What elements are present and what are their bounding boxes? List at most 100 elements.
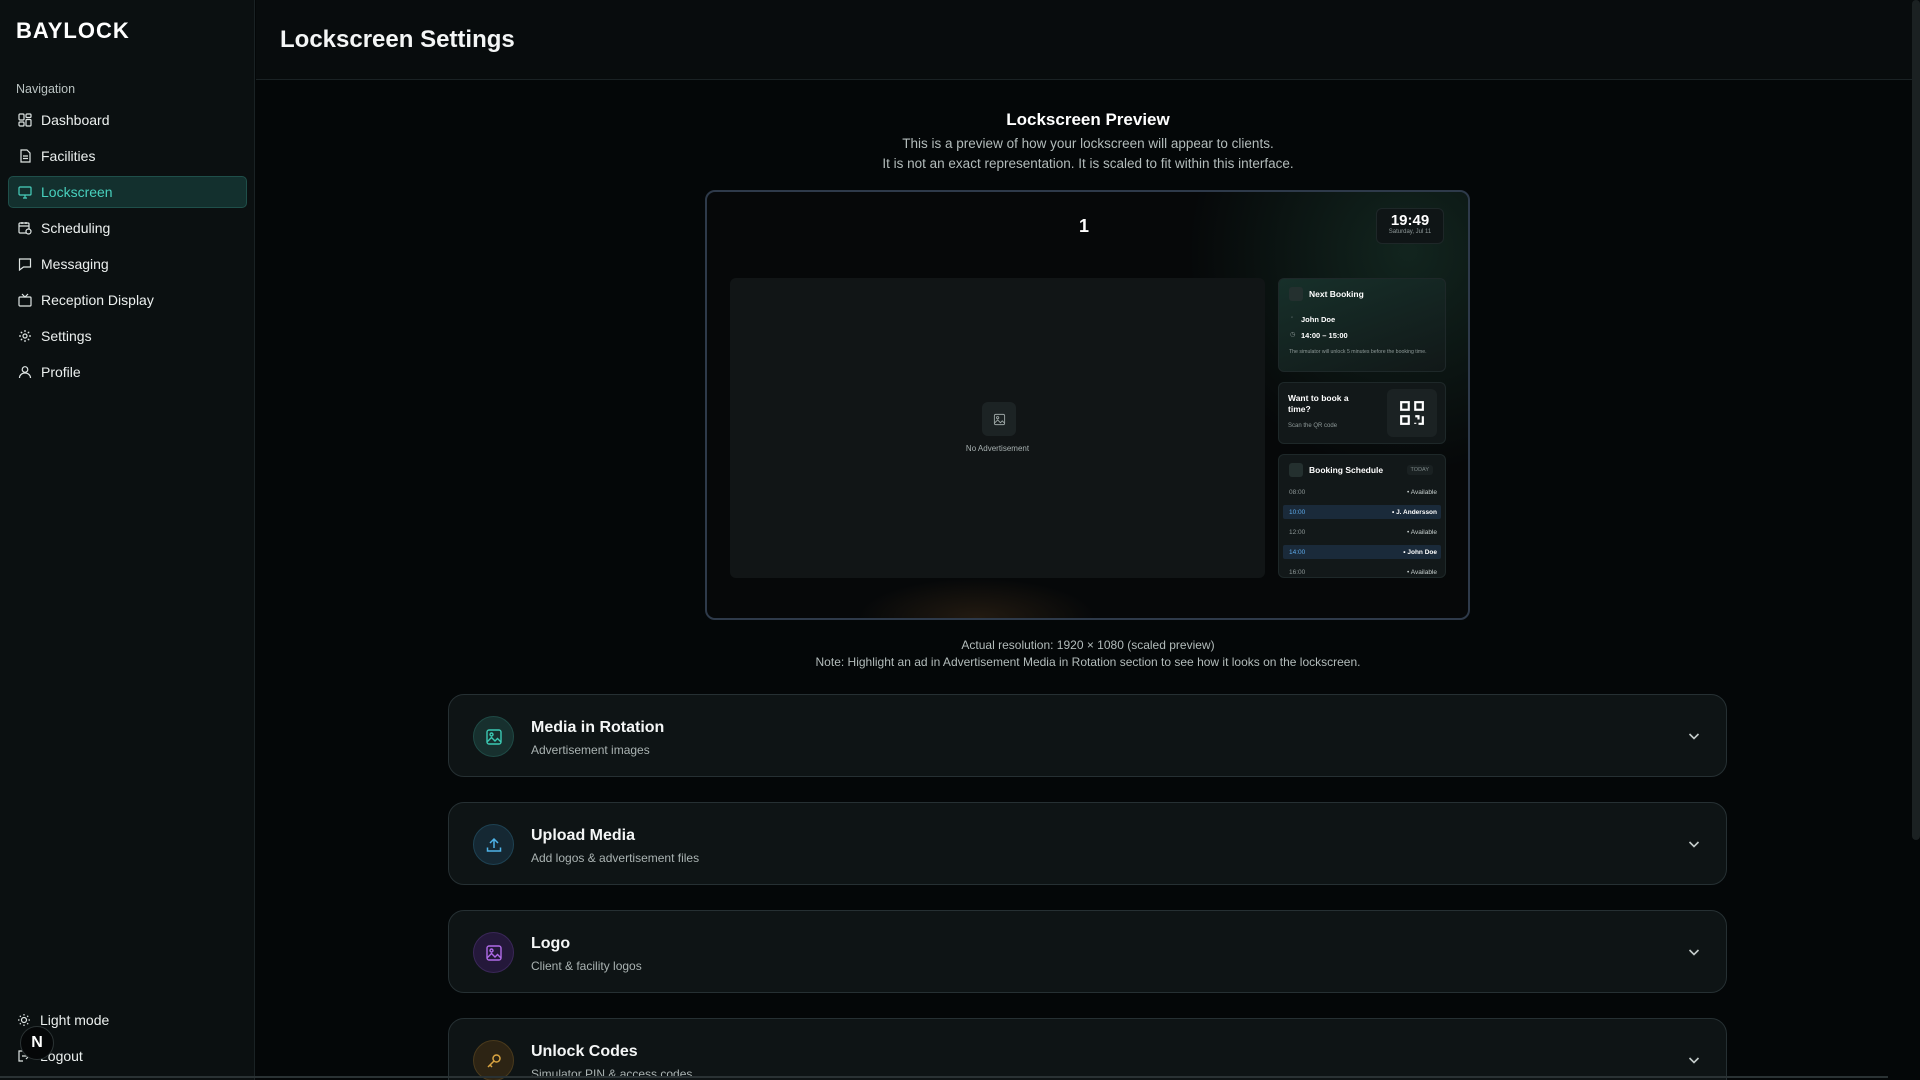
schedule-status: • J. Andersson — [1391, 508, 1437, 516]
schedule-status: • John Doe — [1403, 548, 1437, 556]
calendar-icon — [1289, 287, 1303, 301]
sidebar: BAYLOCK Navigation Dashboard Facilities … — [0, 0, 255, 1080]
qr-card-subtitle: Scan the QR code — [1288, 423, 1338, 429]
image-icon — [473, 716, 514, 757]
next-booking-title: Next Booking — [1309, 289, 1364, 299]
sidebar-item-label: Reception Display — [41, 292, 154, 308]
clock-time: 19:49 — [1390, 212, 1430, 229]
section-title: Logo — [531, 935, 571, 952]
section-title: Upload Media — [531, 827, 636, 844]
advertisement-area: No Advertisement — [730, 278, 1265, 578]
preview-clock: 19:49 Saturday, Jul 11 — [1376, 208, 1444, 244]
sidebar-nav: Dashboard Facilities Lockscreen Scheduli… — [8, 104, 247, 392]
list-icon — [1289, 463, 1303, 477]
sidebar-item-label: Lockscreen — [41, 184, 113, 200]
clock-date: Saturday, Jul 11 — [1388, 229, 1432, 235]
app-root: BAYLOCK Navigation Dashboard Facilities … — [0, 0, 1920, 1080]
sidebar-item-label: Facilities — [41, 148, 96, 164]
message-icon — [18, 257, 32, 271]
monitor-icon — [18, 185, 32, 199]
sidebar-item-label: Dashboard — [41, 112, 110, 128]
schedule-time: 12:00 — [1289, 528, 1306, 536]
schedule-time: 10:00 — [1289, 508, 1306, 516]
file-icon — [18, 149, 32, 163]
qr-booking-card: Want to book a time? Scan the QR code — [1278, 382, 1446, 444]
brand-logo[interactable]: BAYLOCK — [16, 18, 130, 44]
tv-icon — [18, 293, 32, 307]
screen-number: 1 — [1079, 216, 1090, 236]
sidebar-item-label: Scheduling — [41, 220, 111, 236]
sidebar-item-settings[interactable]: Settings — [8, 320, 247, 352]
chevron-down-icon[interactable] — [1686, 1052, 1702, 1068]
preview-bottom-glow — [857, 578, 1097, 618]
booking-schedule-card: Booking Schedule TODAY 08:00 • Available… — [1278, 454, 1446, 578]
avatar[interactable]: N — [20, 1026, 54, 1060]
sidebar-item-dashboard[interactable]: Dashboard — [8, 104, 247, 136]
sidebar-item-label: Profile — [41, 364, 81, 380]
section-unlock-codes[interactable]: Unlock Codes Simulator PIN & access code… — [448, 1018, 1727, 1080]
chevron-down-icon[interactable] — [1686, 944, 1702, 960]
section-subtitle: Simulator PIN & access codes — [531, 1067, 693, 1080]
sun-icon — [17, 1013, 31, 1027]
sidebar-item-scheduling[interactable]: Scheduling — [8, 212, 247, 244]
schedule-status: • Available — [1407, 528, 1437, 536]
logo-image-icon — [473, 932, 514, 973]
calendar-clock-icon — [18, 221, 32, 235]
page-title: Lockscreen Settings — [280, 26, 515, 53]
top-bar: Lockscreen Settings — [256, 0, 1920, 80]
dashboard-icon — [18, 113, 32, 127]
chevron-down-icon[interactable] — [1686, 728, 1702, 744]
schedule-time: 16:00 — [1289, 568, 1306, 576]
sidebar-item-facilities[interactable]: Facilities — [8, 140, 247, 172]
sidebar-item-profile[interactable]: Profile — [8, 356, 247, 388]
schedule-who: J. Andersson — [1396, 508, 1437, 516]
upload-icon — [473, 824, 514, 865]
schedule-row: 08:00 • Available — [1283, 485, 1441, 499]
next-booking-note: The simulator will unlock 5 minutes befo… — [1289, 349, 1427, 355]
qr-card-title: Want to book a time? — [1288, 393, 1349, 414]
qr-code-icon — [1387, 389, 1437, 437]
section-title: Media in Rotation — [531, 719, 665, 736]
schedule-row: 12:00 • Available — [1283, 525, 1441, 539]
section-media-in-rotation[interactable]: Media in Rotation Advertisement images — [448, 694, 1727, 777]
schedule-status: • Available — [1407, 488, 1437, 496]
horizontal-scrollbar[interactable] — [0, 1076, 1888, 1078]
next-booking-card: Next Booking ◦ John Doe ◷ 14:00 – 15:00 … — [1278, 278, 1446, 372]
sidebar-item-messaging[interactable]: Messaging — [8, 248, 247, 280]
nav-heading: Navigation — [16, 82, 76, 96]
schedule-time: 14:00 — [1289, 548, 1306, 556]
preview-subtitle-1: This is a preview of how your lockscreen… — [902, 136, 1274, 151]
schedule-who: Available — [1410, 488, 1437, 496]
section-subtitle: Client & facility logos — [531, 959, 642, 973]
preview-title: Lockscreen Preview — [1006, 110, 1170, 129]
schedule-row: 14:00 • John Doe — [1283, 545, 1441, 559]
section-subtitle: Add logos & advertisement files — [531, 851, 700, 865]
section-upload-media[interactable]: Upload Media Add logos & advertisement f… — [448, 802, 1727, 885]
highlight-note: Note: Highlight an ad in Advertisement M… — [815, 655, 1361, 669]
schedule-who: Available — [1410, 528, 1437, 536]
schedule-title: Booking Schedule — [1309, 465, 1384, 475]
section-title: Unlock Codes — [531, 1043, 638, 1060]
key-icon — [473, 1040, 514, 1080]
schedule-row: 16:00 • Available — [1283, 565, 1441, 579]
today-badge: TODAY — [1406, 465, 1433, 475]
schedule-status: • Available — [1407, 568, 1437, 576]
resolution-note: Actual resolution: 1920 × 1080 (scaled p… — [961, 638, 1215, 652]
no-advertisement-label: No Advertisement — [965, 444, 1030, 453]
user-icon: ◦ — [1291, 315, 1294, 321]
sidebar-item-lockscreen[interactable]: Lockscreen — [8, 176, 247, 208]
schedule-who: John Doe — [1407, 548, 1437, 556]
lockscreen-preview: 1 19:49 Saturday, Jul 11 No Advertisemen… — [705, 190, 1470, 620]
schedule-who: Available — [1410, 568, 1437, 576]
schedule-row: 10:00 • J. Andersson — [1283, 505, 1441, 519]
light-mode-label: Light mode — [40, 1012, 110, 1028]
gear-icon — [18, 329, 32, 343]
sidebar-item-reception-display[interactable]: Reception Display — [8, 284, 247, 316]
schedule-time: 08:00 — [1289, 488, 1306, 496]
chevron-down-icon[interactable] — [1686, 836, 1702, 852]
section-logo[interactable]: Logo Client & facility logos — [448, 910, 1727, 993]
next-booking-time: 14:00 – 15:00 — [1301, 331, 1348, 340]
clock-icon: ◷ — [1290, 332, 1296, 338]
next-booking-name: John Doe — [1301, 315, 1336, 324]
sidebar-item-label: Messaging — [41, 256, 109, 272]
